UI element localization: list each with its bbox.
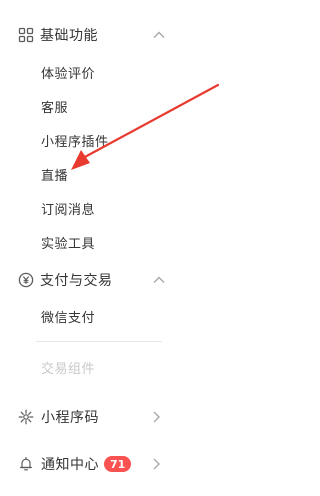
- divider: [36, 341, 162, 342]
- sidebar-item-label: 直播: [41, 168, 69, 184]
- sidebar-item-notification-center[interactable]: 通知中心 71: [0, 447, 315, 481]
- code-icon: [18, 409, 34, 425]
- sidebar-item-label: 小程序插件: [41, 134, 109, 150]
- sidebar-item-experience-review[interactable]: 体验评价: [0, 57, 315, 87]
- yuan-icon: [18, 272, 34, 288]
- section-label: 支付与交易: [40, 273, 113, 289]
- sidebar-item-label: 订阅消息: [41, 202, 96, 218]
- sidebar-item-mini-program-plugin[interactable]: 小程序插件: [0, 125, 315, 155]
- sidebar-item-trade-component: 交易组件: [0, 352, 315, 382]
- sidebar-item-label: 体验评价: [41, 66, 96, 82]
- sidebar-item-label: 微信支付: [41, 310, 96, 326]
- chevron-right-icon: [148, 456, 164, 472]
- sidebar-item-wechat-pay[interactable]: 微信支付: [0, 301, 315, 331]
- notification-count-badge: 71: [104, 456, 132, 472]
- sidebar-item-live-stream[interactable]: 直播: [0, 159, 315, 189]
- sidebar-item-experiment-tools[interactable]: 实验工具: [0, 227, 315, 257]
- sidebar-item-subscription-messages[interactable]: 订阅消息: [0, 193, 315, 223]
- sidebar-item-customer-service[interactable]: 客服: [0, 91, 315, 121]
- sidebar-item-label: 实验工具: [41, 236, 96, 252]
- chevron-up-icon: [151, 272, 167, 288]
- section-payment-transactions[interactable]: 支付与交易: [0, 263, 315, 297]
- sidebar-item-label: 通知中心: [41, 457, 99, 473]
- sidebar-item-label: 客服: [41, 100, 69, 116]
- chevron-right-icon: [148, 409, 164, 425]
- bell-icon: [18, 456, 34, 472]
- sidebar-item-label: 交易组件: [41, 361, 96, 377]
- grid-icon: [18, 27, 34, 43]
- sidebar-item-label: 小程序码: [41, 410, 99, 426]
- sidebar-nav: 基础功能 体验评价 客服 小程序插件 直播 订阅消息 实验工具 支付与交易 微信…: [0, 0, 315, 496]
- chevron-up-icon: [151, 27, 167, 43]
- section-label: 基础功能: [40, 28, 98, 44]
- section-basic-features[interactable]: 基础功能: [0, 18, 315, 52]
- sidebar-item-mini-program-code[interactable]: 小程序码: [0, 400, 315, 434]
